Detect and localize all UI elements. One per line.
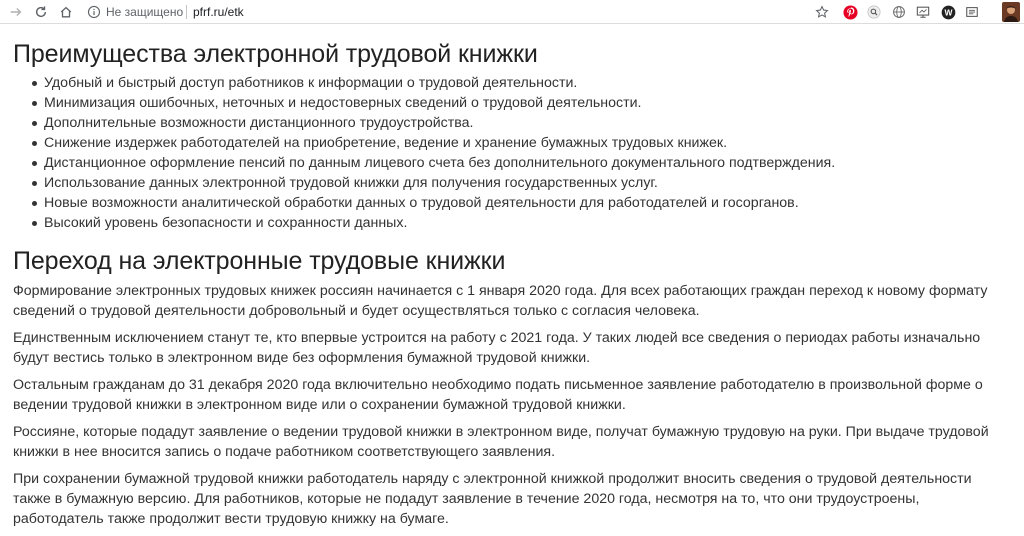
browser-toolbar: Не защищено pfrf.ru/etk W [0, 0, 1024, 24]
address-bar[interactable]: Не защищено pfrf.ru/etk [82, 1, 838, 23]
reload-icon[interactable] [31, 2, 51, 22]
advantages-list: Удобный и быстрый доступ работников к ин… [13, 73, 835, 233]
paragraph: При сохранении бумажной трудовой книжки … [13, 471, 972, 527]
menu-icon[interactable] [964, 4, 980, 20]
forward-icon[interactable] [6, 2, 26, 22]
advantages-heading: Преимущества электронной трудовой книжки [13, 40, 538, 68]
info-icon[interactable] [86, 4, 102, 20]
screen-icon[interactable] [915, 4, 931, 20]
paragraph: Остальным гражданам до 31 декабря 2020 г… [13, 377, 983, 413]
pinterest-icon[interactable] [842, 4, 858, 20]
paragraph: Формирование электронных трудовых книжек… [13, 283, 988, 319]
globe-icon[interactable] [891, 4, 907, 20]
paragraph: Россияне, которые подадут заявление о ве… [13, 424, 989, 460]
w-ext-icon[interactable]: W [940, 4, 956, 20]
divider [186, 5, 187, 19]
list-item: Снижение издержек работодателей на приоб… [31, 133, 835, 153]
list-item: Дистанционное оформление пенсий по данны… [31, 155, 836, 171]
home-icon[interactable] [56, 2, 76, 22]
list-item: Новые возможности аналитической обработк… [31, 193, 835, 213]
star-icon[interactable] [814, 4, 830, 20]
list-item: Минимизация ошибочных, неточных и недост… [31, 93, 835, 113]
transition-text: Формирование электронных трудовых книжек… [13, 281, 1003, 536]
search-ext-icon[interactable] [866, 4, 882, 20]
avatar[interactable] [1002, 2, 1020, 22]
url-text[interactable]: pfrf.ru/etk [193, 5, 244, 19]
list-item: Удобный и быстрый доступ работников к ин… [31, 73, 835, 93]
transition-heading: Переход на электронные трудовые книжки [13, 247, 506, 275]
paragraph: Единственным исключением станут те, кто … [13, 330, 981, 366]
list-item: Использование данных электронной трудово… [31, 173, 835, 193]
security-label: Не защищено [106, 5, 184, 19]
svg-text:W: W [944, 7, 952, 17]
list-item: Высокий уровень безопасности и сохраннос… [31, 213, 835, 233]
list-item: Дополнительные возможности дистанционног… [31, 113, 835, 133]
